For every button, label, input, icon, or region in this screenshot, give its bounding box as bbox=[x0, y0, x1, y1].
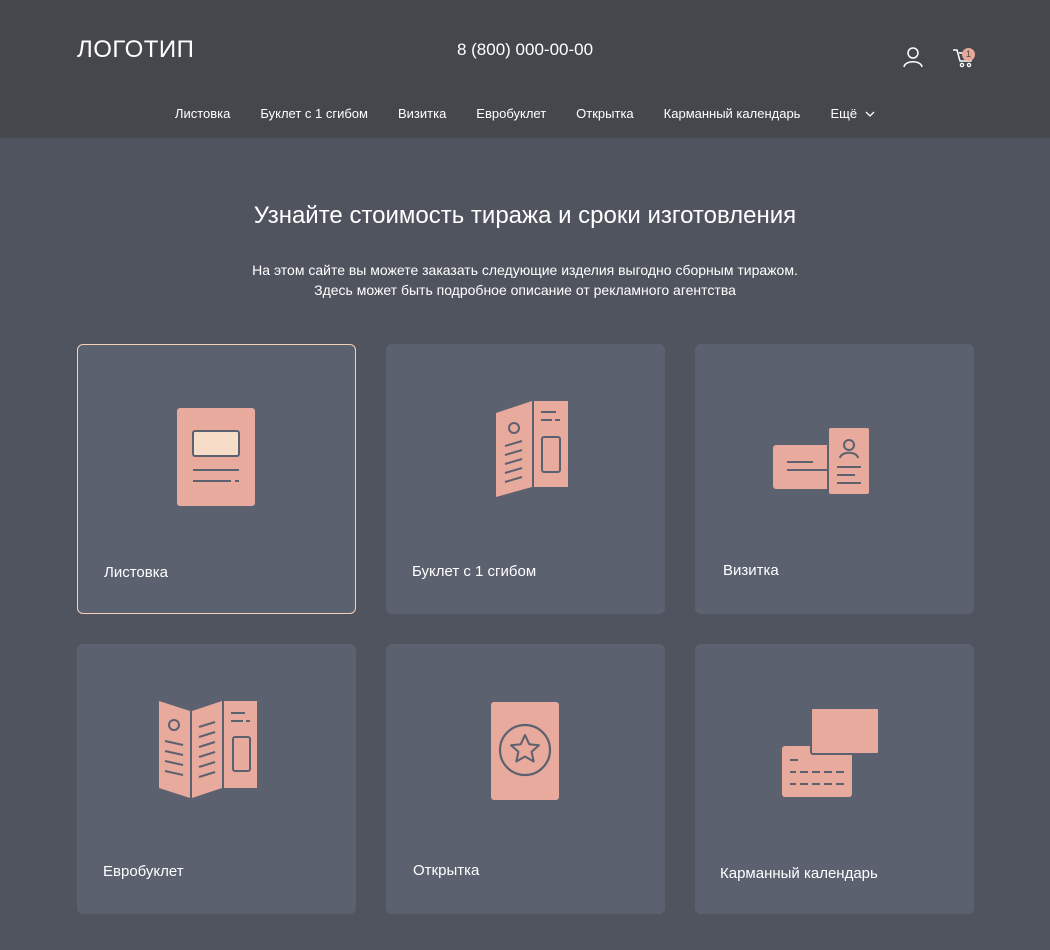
nav-item-leaflet[interactable]: Листовка bbox=[175, 106, 230, 121]
nav-more-label: Ещё bbox=[830, 106, 858, 121]
product-card-leaflet[interactable]: Листовка bbox=[77, 344, 356, 614]
nav-item-eurobooklet[interactable]: Евробуклет bbox=[476, 106, 546, 121]
product-card-business-card[interactable]: Визитка bbox=[695, 344, 974, 614]
nav-more-dropdown[interactable]: Ещё bbox=[830, 106, 875, 121]
nav-item-postcard[interactable]: Открытка bbox=[576, 106, 633, 121]
page-subtitle: На этом сайте вы можете заказать следующ… bbox=[0, 260, 1050, 300]
chevron-down-icon bbox=[865, 111, 875, 117]
page-title: Узнайте стоимость тиража и сроки изготов… bbox=[253, 202, 797, 229]
site-header: ЛОГОТИП 8 (800) 000-00-00 1 Листовка Бук… bbox=[0, 0, 1050, 138]
nav-item-pocket-calendar[interactable]: Карманный календарь bbox=[664, 106, 801, 121]
product-card-postcard[interactable]: Открытка bbox=[386, 644, 665, 914]
booklet-icon bbox=[496, 401, 568, 497]
postcard-icon bbox=[491, 702, 559, 800]
card-label: Карманный календарь bbox=[720, 865, 878, 882]
product-card-pocket-calendar[interactable]: Карманный календарь bbox=[695, 644, 974, 914]
card-label: Визитка bbox=[723, 562, 779, 579]
card-label: Евробуклет bbox=[103, 863, 184, 880]
card-label: Открытка bbox=[413, 862, 480, 879]
user-icon bbox=[903, 47, 923, 68]
business-card-icon bbox=[773, 427, 871, 495]
main-nav: Листовка Буклет с 1 сгибом Визитка Евроб… bbox=[0, 106, 1050, 121]
phone-number[interactable]: 8 (800) 000-00-00 bbox=[0, 40, 1050, 60]
nav-item-booklet[interactable]: Буклет с 1 сгибом bbox=[260, 106, 368, 121]
eurobooklet-icon bbox=[159, 701, 257, 798]
subtitle-line-1: На этом сайте вы можете заказать следующ… bbox=[252, 262, 798, 278]
leaflet-icon bbox=[177, 408, 255, 506]
pocket-calendar-icon bbox=[782, 708, 880, 797]
product-card-booklet[interactable]: Буклет с 1 сгибом bbox=[386, 344, 665, 614]
cart-count-badge: 1 bbox=[962, 48, 975, 61]
card-label: Листовка bbox=[104, 564, 168, 581]
product-card-eurobooklet[interactable]: Евробуклет bbox=[77, 644, 356, 914]
card-label: Буклет с 1 сгибом bbox=[412, 563, 537, 580]
user-account-button[interactable] bbox=[901, 45, 925, 69]
subtitle-line-2: Здесь может быть подробное описание от р… bbox=[314, 282, 736, 298]
nav-item-business-card[interactable]: Визитка bbox=[398, 106, 446, 121]
